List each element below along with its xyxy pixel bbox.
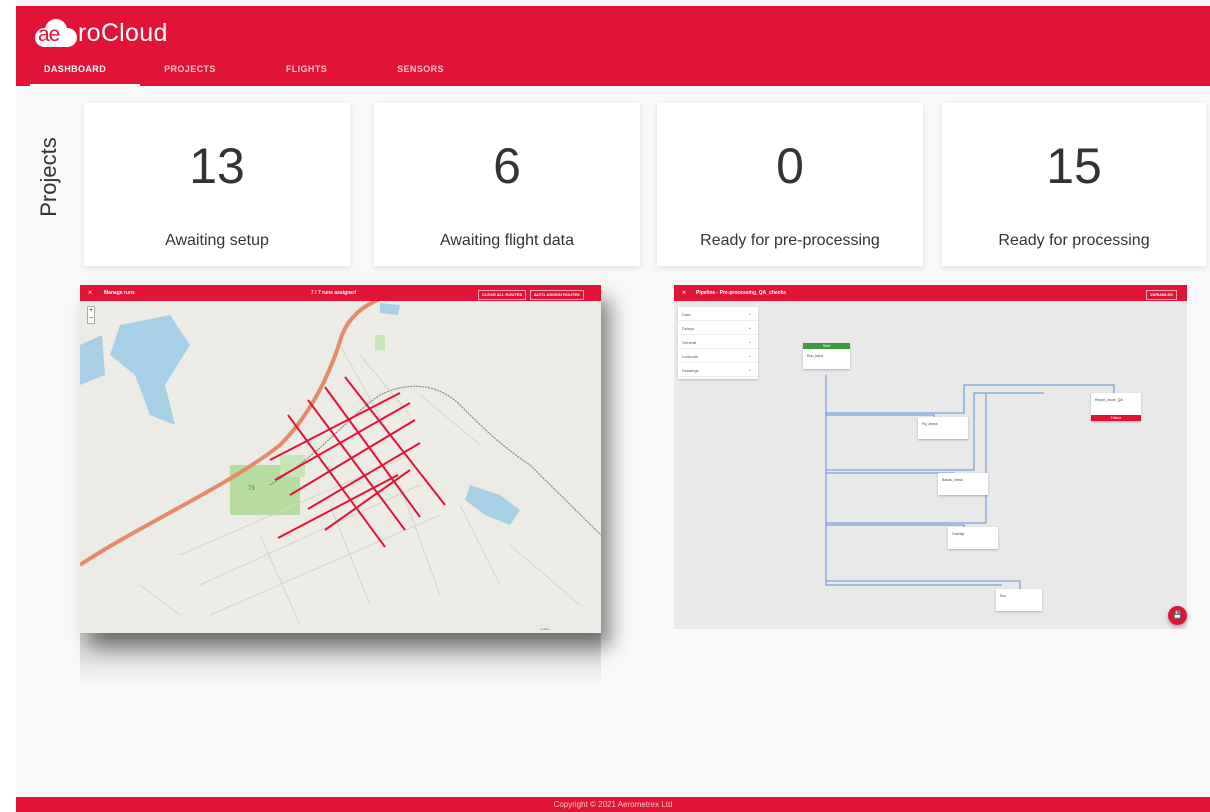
app-header: ae roCloud DASHBOARD PROJECTS FLIGHTS SE…	[16, 6, 1210, 86]
pipeline-step-list: Data ⌄ Delays ⌄ General ⌄ Lockouts ⌄ Drawing…	[678, 307, 758, 379]
auto-assign-routes-button[interactable]: AUTO-ASSIGN ROUTES	[530, 290, 584, 300]
pipeline-node[interactable]: Bands_check	[938, 473, 988, 495]
lake	[380, 303, 400, 315]
chevron-down-icon: ⌄	[747, 325, 752, 331]
assign-status: 7 / 7 runs assigned	[311, 290, 357, 296]
chevron-down-icon: ⌄	[747, 339, 752, 345]
park	[375, 335, 385, 350]
park-label: 73	[248, 486, 255, 492]
stat-card-ready-for-processing[interactable]: 15 Ready for processing	[942, 103, 1206, 266]
pipeline-node[interactable]: Sun	[996, 589, 1042, 611]
zoom-out-button[interactable]: −	[88, 315, 94, 323]
stat-label: Awaiting flight data	[439, 232, 574, 249]
manage-runs-screenshot: 73 Leaflet ✕ Manage runs 7 / 7 runs assi…	[80, 285, 601, 633]
logo-text: roCloud	[78, 18, 168, 47]
active-nav-indicator	[30, 84, 140, 86]
nav-dashboard[interactable]: DASHBOARD	[44, 64, 106, 74]
nav-sensors[interactable]: SENSORS	[397, 64, 444, 74]
map-reflection	[80, 633, 601, 685]
chevron-down-icon: ⌄	[747, 311, 752, 317]
step-item[interactable]: Lockouts ⌄	[678, 349, 758, 363]
step-item[interactable]: Drawings ⌄	[678, 363, 758, 377]
zoom-in-button[interactable]: +	[88, 307, 94, 315]
route-map: 73 Leaflet	[80, 285, 601, 633]
footer: Copyright © 2021 Aerometrex Ltd	[16, 797, 1210, 812]
step-item[interactable]: Data ⌄	[678, 307, 758, 321]
stat-card-awaiting-flight-data[interactable]: 6 Awaiting flight data	[374, 103, 640, 266]
pipeline-node-error[interactable]: Report_Issue_QA Failure	[1091, 393, 1141, 421]
logo-prefix: ae	[38, 23, 60, 46]
stat-value: 0	[776, 138, 804, 194]
stat-value: 6	[493, 138, 521, 194]
logo[interactable]: ae roCloud	[35, 16, 168, 50]
step-item[interactable]: Delays ⌄	[678, 321, 758, 335]
chevron-down-icon: ⌄	[747, 353, 752, 359]
panel-title: Manage runs	[104, 290, 135, 296]
main-nav: DASHBOARD PROJECTS FLIGHTS SENSORS	[44, 64, 512, 74]
nav-flights[interactable]: FLIGHTS	[286, 64, 327, 74]
nav-projects[interactable]: PROJECTS	[164, 64, 216, 74]
pipeline-node[interactable]: Overlap	[948, 527, 998, 549]
section-label: Projects	[36, 137, 61, 217]
stat-label: Awaiting setup	[165, 232, 269, 249]
stat-label: Ready for pre-processing	[700, 232, 880, 249]
svg-text:Leaflet: Leaflet	[540, 627, 549, 631]
chevron-down-icon: ⌄	[747, 367, 752, 373]
stat-value: 15	[1046, 138, 1102, 194]
clear-all-routes-button[interactable]: CLEAR ALL ROUTES	[478, 290, 527, 300]
pipeline-node[interactable]: Fly_check	[918, 417, 968, 439]
step-item[interactable]: General ⌄	[678, 335, 758, 349]
map-panel-titlebar: ✕ Manage runs 7 / 7 runs assigned CLEAR …	[80, 285, 601, 301]
stat-value: 13	[189, 138, 245, 194]
fab-save-button[interactable]: 💾	[1168, 606, 1187, 625]
map-zoom-control: + −	[87, 306, 95, 324]
stat-card-awaiting-setup[interactable]: 13 Awaiting setup	[84, 103, 350, 266]
close-icon[interactable]: ✕	[88, 290, 92, 296]
pipeline-node-start[interactable]: Start Run_input	[803, 343, 850, 369]
stat-label: Ready for processing	[998, 232, 1150, 249]
stat-card-ready-for-pre-processing[interactable]: 0 Ready for pre-processing	[657, 103, 923, 266]
cloud-icon: ae	[35, 19, 77, 47]
